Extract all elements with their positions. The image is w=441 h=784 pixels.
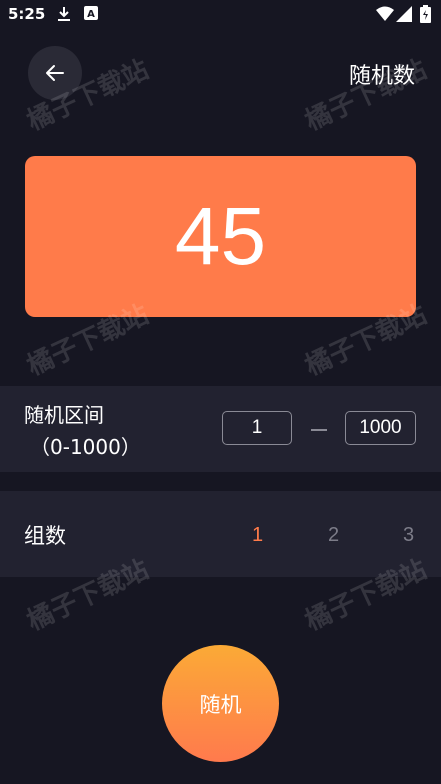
result-card: 45: [25, 156, 416, 317]
result-value: 45: [174, 190, 267, 282]
a-notification-icon: A: [84, 6, 98, 20]
group-option-1[interactable]: 1: [252, 524, 263, 547]
group-option-2[interactable]: 2: [328, 524, 339, 547]
battery-icon: [420, 5, 431, 23]
range-max-input[interactable]: [345, 411, 416, 445]
group-option-3[interactable]: 3: [403, 524, 414, 547]
random-button[interactable]: 随机: [162, 645, 279, 762]
status-bar: 5:25 A: [0, 0, 441, 30]
range-min-input[interactable]: [222, 411, 292, 445]
range-sublabel: （0-1000）: [30, 435, 141, 459]
range-label: 随机区间: [24, 403, 104, 427]
svg-text:A: A: [87, 9, 95, 20]
range-separator: [311, 429, 327, 431]
arrow-left-icon: [46, 65, 64, 81]
status-time: 5:25: [8, 5, 46, 23]
back-button[interactable]: [28, 46, 82, 100]
groups-row: 组数 1 2 3: [0, 491, 441, 577]
signal-icon: [396, 6, 412, 22]
groups-label: 组数: [24, 524, 66, 548]
wifi-icon: [376, 6, 394, 21]
page-title: 随机数: [348, 64, 415, 89]
top-bar: 随机数: [0, 40, 441, 104]
download-icon: [58, 7, 70, 21]
range-row: 随机区间 （0-1000）: [0, 386, 441, 472]
